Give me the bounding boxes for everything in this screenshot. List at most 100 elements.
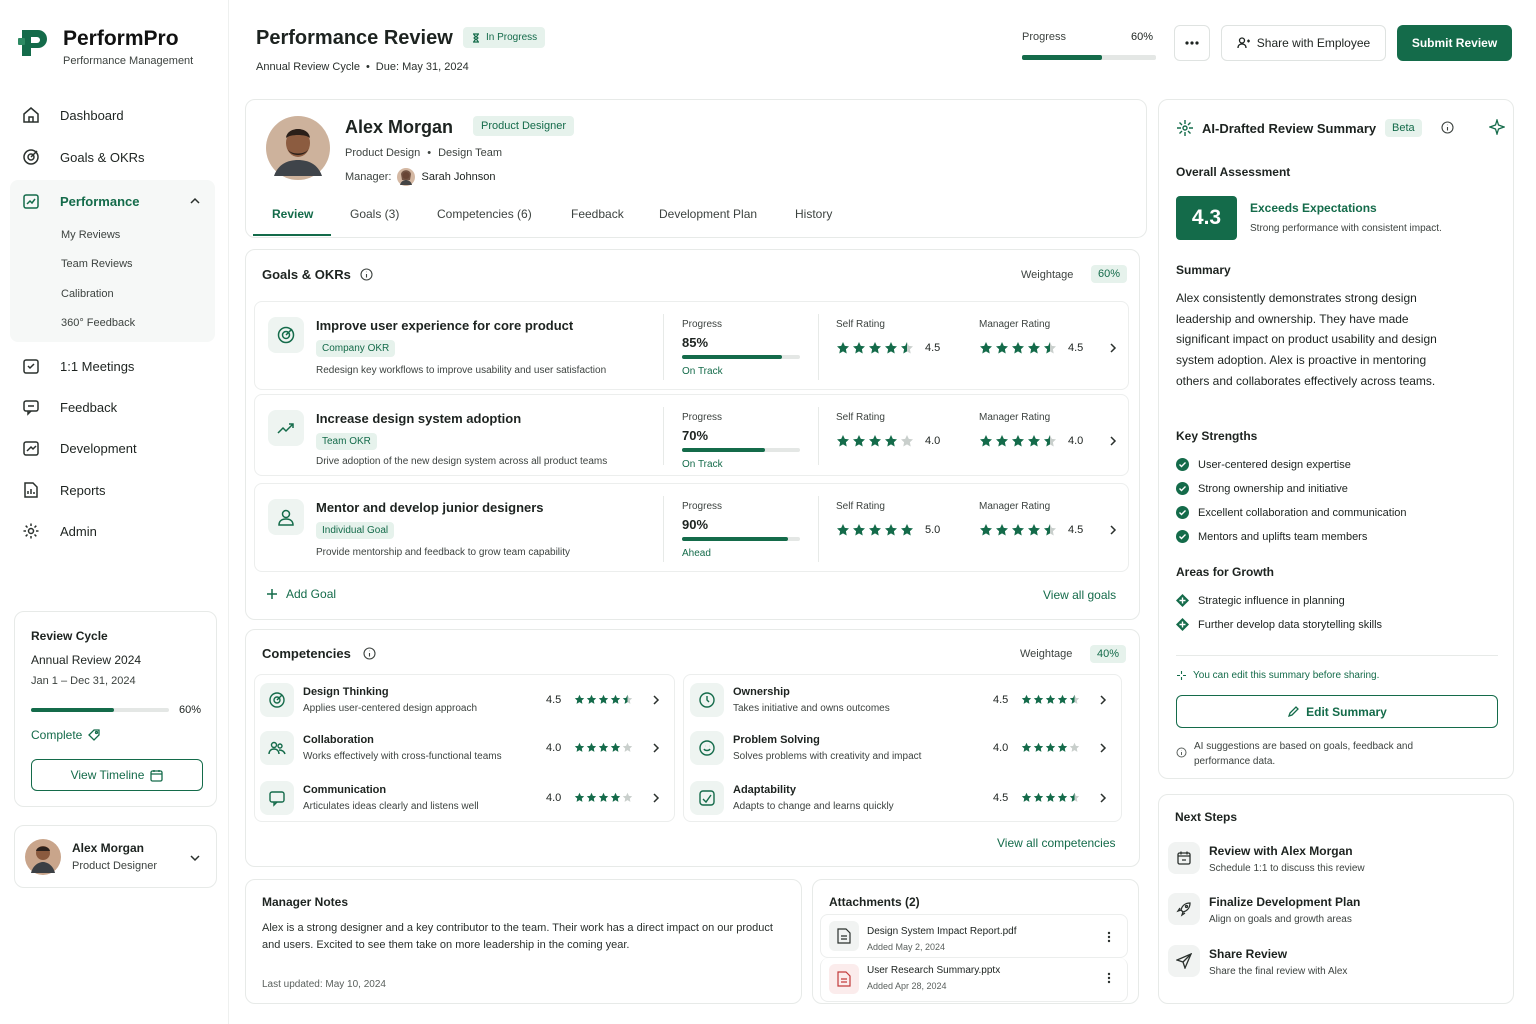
- chevron-right-icon[interactable]: [1099, 792, 1107, 804]
- submit-review-button[interactable]: Submit Review: [1397, 25, 1512, 61]
- info-icon[interactable]: [1441, 121, 1454, 134]
- nav-calibration[interactable]: Calibration: [61, 288, 114, 300]
- chevron-down-icon[interactable]: [189, 853, 201, 863]
- tab-review[interactable]: Review: [272, 207, 313, 221]
- info-icon[interactable]: [363, 647, 376, 660]
- nav-team-reviews[interactable]: Team Reviews: [61, 258, 133, 270]
- star-icon: [586, 742, 597, 753]
- chevron-right-icon[interactable]: [1109, 342, 1117, 354]
- star-icon: [900, 341, 914, 355]
- employee-role-badge: Product Designer: [473, 116, 574, 136]
- manager-notes-body: Alex is a strong designer and a key cont…: [262, 922, 773, 951]
- attachment-date: Added May 2, 2024: [867, 942, 946, 952]
- chevron-right-icon[interactable]: [1099, 694, 1107, 706]
- target-icon: [260, 683, 294, 717]
- star-icon: [836, 341, 850, 355]
- info-icon[interactable]: [360, 268, 373, 281]
- tab-feedback[interactable]: Feedback: [571, 207, 624, 221]
- header-progress-label: Progress: [1022, 31, 1067, 43]
- chevron-right-icon[interactable]: [1109, 435, 1117, 447]
- chevron-right-icon[interactable]: [652, 792, 660, 804]
- next-step-item[interactable]: Finalize Development Plan Align on goals…: [1168, 891, 1498, 935]
- competency-stars: [1021, 694, 1080, 705]
- file-icon: [829, 921, 859, 951]
- page-title: Performance Review: [256, 27, 453, 49]
- nav-360-feedback[interactable]: 360° Feedback: [61, 317, 135, 329]
- view-all-competencies-link[interactable]: View all competencies: [997, 836, 1116, 850]
- tab-competencies[interactable]: Competencies (6): [437, 207, 532, 221]
- divider: [818, 496, 819, 562]
- chevron-right-icon[interactable]: [1109, 524, 1117, 536]
- more-vertical-icon[interactable]: [1107, 972, 1111, 984]
- add-goal-button[interactable]: Add Goal: [266, 587, 336, 601]
- manager-notes-title: Manager Notes: [262, 895, 349, 909]
- competency-row[interactable]: Collaboration Works effectively with cro…: [260, 731, 670, 767]
- growth-text: Strategic influence in planning: [1198, 594, 1345, 607]
- user-card[interactable]: Alex Morgan Product Designer: [14, 825, 217, 888]
- star-icon: [1045, 792, 1056, 803]
- employee-manager: Manager: Sarah Johnson: [345, 168, 495, 186]
- manager-notes-card: Manager Notes Alex is a strong designer …: [245, 879, 802, 1004]
- tab-history[interactable]: History: [795, 207, 832, 221]
- view-all-goals-link[interactable]: View all goals: [1043, 588, 1116, 602]
- brand-name: PerformPro: [63, 27, 179, 50]
- goal-row[interactable]: Increase design system adoption Team OKR…: [254, 394, 1129, 476]
- nav-goals[interactable]: Goals & OKRs: [22, 148, 145, 166]
- nav-goals-label: Goals & OKRs: [60, 149, 145, 165]
- goal-row[interactable]: Improve user experience for core product…: [254, 301, 1129, 390]
- share-with-employee-button[interactable]: Share with Employee: [1221, 25, 1386, 61]
- goal-row[interactable]: Mentor and develop junior designers Indi…: [254, 483, 1129, 572]
- user-icon: [268, 499, 304, 535]
- competency-desc: Adapts to change and learns quickly: [733, 801, 894, 812]
- more-vertical-icon[interactable]: [1107, 931, 1111, 943]
- review-cycle-heading: Review Cycle: [31, 629, 108, 643]
- competency-row[interactable]: Ownership Takes initiative and owns outc…: [690, 683, 1116, 719]
- star-icon: [1043, 341, 1057, 355]
- view-timeline-button[interactable]: View Timeline: [31, 759, 203, 791]
- overall-score-label: Exceeds Expectations: [1250, 201, 1377, 215]
- competency-row[interactable]: Adaptability Adapts to change and learns…: [690, 781, 1116, 817]
- next-step-item[interactable]: Review with Alex Morgan Schedule 1:1 to …: [1168, 840, 1498, 884]
- competency-row[interactable]: Design Thinking Applies user-centered de…: [260, 683, 670, 719]
- next-step-item[interactable]: Share Review Share the final review with…: [1168, 943, 1498, 987]
- competency-row[interactable]: Communication Articulates ideas clearly …: [260, 781, 670, 817]
- tab-goals[interactable]: Goals (3): [350, 207, 399, 221]
- star-icon: [1027, 341, 1041, 355]
- overall-score-desc: Strong performance with consistent impac…: [1250, 223, 1442, 234]
- star-icon: [598, 694, 609, 705]
- star-icon: [586, 694, 597, 705]
- star-icon: [622, 742, 633, 753]
- nav-performance[interactable]: Performance: [22, 192, 139, 210]
- nav-admin[interactable]: Admin: [22, 522, 97, 540]
- star-icon: [1033, 792, 1044, 803]
- chevron-right-icon[interactable]: [1099, 742, 1107, 754]
- status-badge-label: In Progress: [486, 32, 538, 43]
- star-icon: [1021, 694, 1032, 705]
- competency-row[interactable]: Problem Solving Solves problems with cre…: [690, 731, 1116, 767]
- nav-meetings[interactable]: 1:1 Meetings: [22, 357, 134, 375]
- nav-dashboard-label: Dashboard: [60, 107, 124, 123]
- nav-dashboard[interactable]: Dashboard: [22, 106, 124, 124]
- attachment-item[interactable]: User Research Summary.pptx Added Apr 28,…: [820, 958, 1128, 1002]
- nav-reports[interactable]: Reports: [22, 481, 106, 499]
- goal-progress-value: 90%: [682, 517, 709, 532]
- nav-my-reviews[interactable]: My Reviews: [61, 229, 120, 241]
- goal-progress-bar: [682, 537, 800, 541]
- nav-development[interactable]: Development: [22, 439, 137, 457]
- manager-rating-value: 4.0: [1068, 435, 1084, 447]
- chevron-right-icon[interactable]: [652, 694, 660, 706]
- nav-feedback[interactable]: Feedback: [22, 398, 117, 416]
- summary-text: Alex consistently demonstrates strong de…: [1176, 291, 1437, 388]
- star-icon: [1045, 742, 1056, 753]
- attachment-item[interactable]: Design System Impact Report.pdf Added Ma…: [820, 914, 1128, 958]
- chevron-up-icon[interactable]: [189, 196, 201, 206]
- goals-weightage-badge: 60%: [1091, 265, 1128, 283]
- edit-summary-button[interactable]: Edit Summary: [1176, 695, 1498, 728]
- ai-regenerate-icon[interactable]: [1489, 119, 1505, 135]
- edit-hint: You can edit this summary before sharing…: [1176, 670, 1379, 681]
- chevron-right-icon[interactable]: [652, 742, 660, 754]
- star-icon: [1057, 742, 1068, 753]
- tab-development-plan[interactable]: Development Plan: [659, 207, 757, 221]
- star-rating: [979, 523, 1057, 537]
- more-options-button[interactable]: [1174, 25, 1210, 61]
